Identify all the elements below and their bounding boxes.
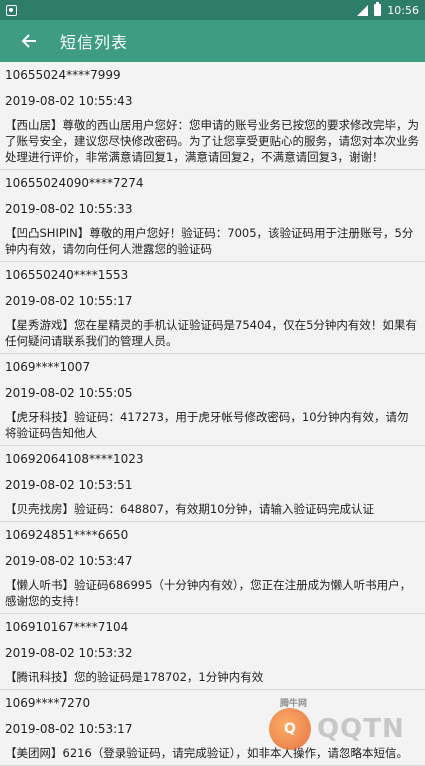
notification-icon [6, 4, 17, 16]
message-item[interactable]: 10655024090****7274 2019-08-02 10:55:33 【凹… [0, 170, 425, 262]
message-sender: 10655024****7999 [5, 68, 121, 82]
app-bar: 短信列表 [0, 20, 425, 62]
message-body: 【虎牙科技】验证码：417273，用于虎牙帐号修改密码，10分钟内有效，请勿将验… [5, 410, 409, 440]
message-sender: 10692064108****1023 [5, 452, 144, 466]
message-item[interactable]: 106910167****7104 2019-08-02 10:53:32 【腾讯科… [0, 614, 425, 690]
message-time: 2019-08-02 10:55:17 [5, 294, 133, 308]
message-time: 2019-08-02 10:55:33 [5, 202, 133, 216]
message-list[interactable]: 10655024****7999 2019-08-02 10:55:43 【西山居】… [0, 62, 425, 766]
message-body: 【贝壳找房】验证码：648807，有效期10分钟，请输入验证码完成认证 [5, 502, 375, 516]
message-sender: 10655024090****7274 [5, 176, 144, 190]
message-time: 2019-08-02 10:53:32 [5, 646, 133, 660]
message-item[interactable]: 106550240****1553 2019-08-02 10:55:17 【星秀游… [0, 262, 425, 354]
watermark-logo: Q 腾牛网 [269, 699, 311, 750]
watermark: Q 腾牛网 QQTN [269, 699, 419, 752]
signal-icon [357, 4, 369, 16]
message-body: 【凹凸SHIPIN】尊敬的用户您好！验证码：7005，该验证码用于注册账号，5分… [5, 226, 414, 256]
status-right: 10:56 [357, 2, 419, 17]
message-time: 2019-08-02 10:53:47 [5, 554, 133, 568]
message-time: 2019-08-02 10:55:43 [5, 94, 133, 108]
message-sender: 106550240****1553 [5, 268, 129, 282]
message-time: 2019-08-02 10:53:51 [5, 478, 133, 492]
message-sender: 1069****1007 [5, 360, 91, 374]
status-left [6, 4, 17, 16]
watermark-text: QQTN [317, 714, 405, 744]
status-bar: 10:56 [0, 0, 425, 20]
watermark-small-text: 腾牛网 [279, 699, 307, 709]
status-time: 10:56 [387, 3, 419, 17]
page-title: 短信列表 [60, 33, 129, 52]
message-body: 【西山居】尊敬的西山居用户您好：您申请的账号业务已按您的要求修改完毕，为了账号安… [5, 118, 419, 164]
arrow-left-icon [21, 34, 36, 48]
battery-icon [374, 2, 382, 16]
message-item[interactable]: 10692064108****1023 2019-08-02 10:53:51 【贝… [0, 446, 425, 522]
message-item[interactable]: 10655024****7999 2019-08-02 10:55:43 【西山居】… [0, 62, 425, 170]
back-button[interactable] [18, 30, 40, 52]
message-time: 2019-08-02 10:55:05 [5, 386, 133, 400]
message-body: 【星秀游戏】您在星精灵的手机认证验证码是75404，仅在5分钟内有效！如果有任何… [5, 318, 417, 348]
message-body: 【腾讯科技】您的验证码是178702，1分钟内有效 [5, 670, 264, 684]
message-sender: 106924851****6650 [5, 528, 129, 542]
watermark-logo-letter: Q [284, 721, 296, 737]
message-body: 【懒人听书】验证码686995（十分钟内有效），您正在注册成为懒人听书用户，感谢… [5, 578, 412, 608]
message-item[interactable]: 1069****1007 2019-08-02 10:55:05 【虎牙科技】验证码… [0, 354, 425, 446]
message-sender: 106910167****7104 [5, 620, 129, 634]
message-item[interactable]: 106924851****6650 2019-08-02 10:53:47 【懒人听… [0, 522, 425, 614]
